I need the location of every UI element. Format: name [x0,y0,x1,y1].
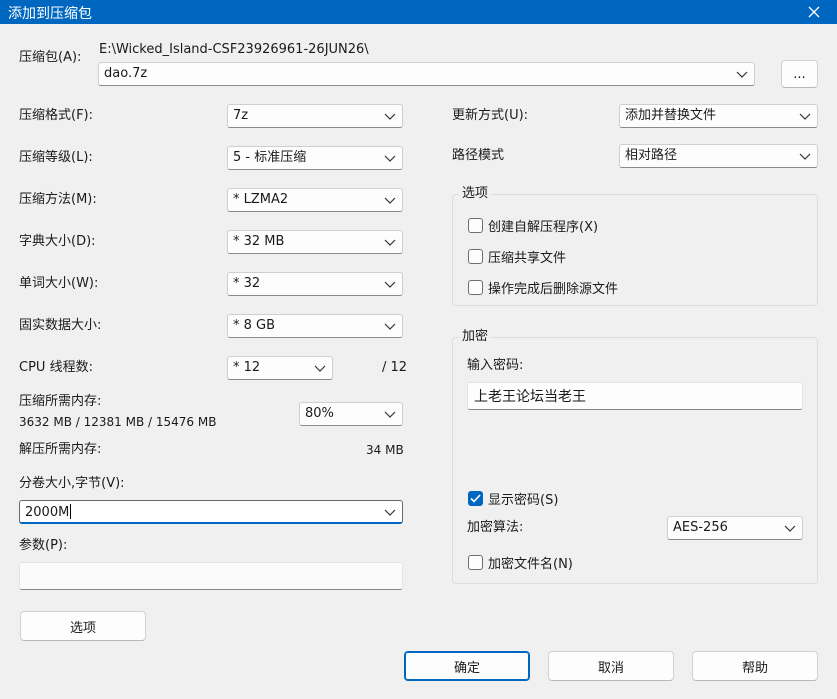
password-input[interactable]: 上老王论坛当老王 [467,382,803,410]
encryption-method-value: AES-256 [673,520,728,535]
method-select[interactable]: * LZMA2 [227,188,403,212]
title-bar: 添加到压缩包 [0,0,837,24]
checkbox-box-checked [468,490,483,506]
pathmode-label: 路径模式 [452,148,505,163]
encryption-method-label: 加密算法: [467,520,524,535]
options-group-title: 选项 [459,185,492,203]
options-button[interactable]: 选项 [20,611,146,641]
help-button[interactable]: 帮助 [692,651,818,681]
encryption-method-select[interactable]: AES-256 [667,516,803,540]
chevron-down-icon [384,411,396,418]
method-value: * LZMA2 [233,192,289,207]
encryption-group-title: 加密 [459,328,492,346]
options-group: 选项 创建自解压程序(X) 压缩共享文件 操作完成后删除源文件 [452,185,818,306]
options-button-label: 选项 [69,620,96,636]
pathmode-select[interactable]: 相对路径 [619,144,818,168]
cancel-button[interactable]: 取消 [548,651,674,681]
ok-button-label: 确定 [453,660,480,676]
mem-compress-label: 压缩所需内存: [19,394,102,409]
volume-label: 分卷大小,字节(V): [19,476,125,491]
format-select[interactable]: 7z [227,104,403,128]
mem-decompress-label: 解压所需内存: [19,442,102,457]
close-button[interactable] [791,0,837,24]
word-label: 单词大小(W): [19,276,99,291]
checkbox-box [468,279,483,295]
level-value: 5 - 标准压缩 [233,150,307,165]
update-value: 添加并替换文件 [625,108,717,123]
update-select[interactable]: 添加并替换文件 [619,104,818,128]
chevron-down-icon [384,197,396,204]
checkbox-box [468,217,483,233]
chevron-down-icon [314,365,326,372]
show-password-checkbox[interactable]: 显示密码(S) [468,488,558,508]
chevron-down-icon [384,281,396,288]
ok-button[interactable]: 确定 [404,651,530,681]
volume-value: 2000M [25,505,70,520]
threads-select[interactable]: * 12 [227,356,333,380]
sfx-checkbox[interactable]: 创建自解压程序(X) [468,215,598,235]
threads-label: CPU 线程数: [19,360,93,375]
chevron-down-icon [384,509,396,516]
archive-name-value: dao.7z [104,66,148,81]
params-label: 参数(P): [19,538,68,553]
help-button-label: 帮助 [741,660,768,676]
mem-compress-detail: 3632 MB / 12381 MB / 15476 MB [19,415,217,429]
solid-value: * 8 GB [233,318,276,333]
chevron-down-icon [799,113,811,120]
dict-label: 字典大小(D): [19,234,96,249]
cancel-button-label: 取消 [597,660,624,676]
password-value: 上老王论坛当老王 [474,389,586,405]
encrypt-names-checkbox[interactable]: 加密文件名(N) [468,552,573,572]
chevron-down-icon [384,323,396,330]
delete-source-label: 操作完成后删除源文件 [488,281,619,297]
dict-value: * 32 MB [233,234,285,249]
archive-path: E:\Wicked_Island-CSF23926961-26JUN26\ [99,42,369,57]
mem-percent-value: 80% [305,406,334,421]
chevron-down-icon [384,113,396,120]
level-select[interactable]: 5 - 标准压缩 [227,146,403,170]
text-caret [70,504,72,519]
solid-select[interactable]: * 8 GB [227,314,403,338]
chevron-down-icon [784,525,796,532]
mem-decompress-value: 34 MB [366,443,404,457]
level-label: 压缩等级(L): [19,150,93,165]
mem-percent-select[interactable]: 80% [299,402,403,426]
chevron-down-icon [799,153,811,160]
close-icon [808,6,820,18]
sfx-label: 创建自解压程序(X) [488,219,599,235]
threads-value: * 12 [233,360,261,375]
dict-select[interactable]: * 32 MB [227,230,403,254]
update-label: 更新方式(U): [452,108,529,123]
word-value: * 32 [233,276,261,291]
browse-button[interactable]: ... [781,60,818,88]
chevron-down-icon [384,155,396,162]
volume-combo[interactable]: 2000M [19,500,403,524]
method-label: 压缩方法(M): [19,192,97,207]
archive-label: 压缩包(A): [19,50,82,65]
password-label: 输入密码: [467,358,524,373]
archive-name-combo[interactable]: dao.7z [98,62,755,86]
chevron-down-icon [736,71,748,78]
window-title: 添加到压缩包 [8,6,92,22]
browse-button-label: ... [793,66,806,82]
encrypt-names-label: 加密文件名(N) [488,556,573,572]
encryption-group: 加密 输入密码: 上老王论坛当老王 显示密码(S) 加密算法: AES-256 … [452,328,818,584]
delete-source-checkbox[interactable]: 操作完成后删除源文件 [468,277,618,297]
checkbox-box [468,554,483,570]
show-password-label: 显示密码(S) [488,492,559,508]
shared-files-label: 压缩共享文件 [488,250,567,266]
chevron-down-icon [384,239,396,246]
format-label: 压缩格式(F): [19,108,94,123]
format-value: 7z [233,108,249,123]
params-input[interactable] [19,562,403,590]
pathmode-value: 相对路径 [625,148,678,163]
word-select[interactable]: * 32 [227,272,403,296]
solid-label: 固实数据大小: [19,318,102,333]
shared-files-checkbox[interactable]: 压缩共享文件 [468,246,566,266]
threads-max: / 12 [382,360,408,375]
checkmark-icon [470,493,481,503]
checkbox-box [468,248,483,264]
